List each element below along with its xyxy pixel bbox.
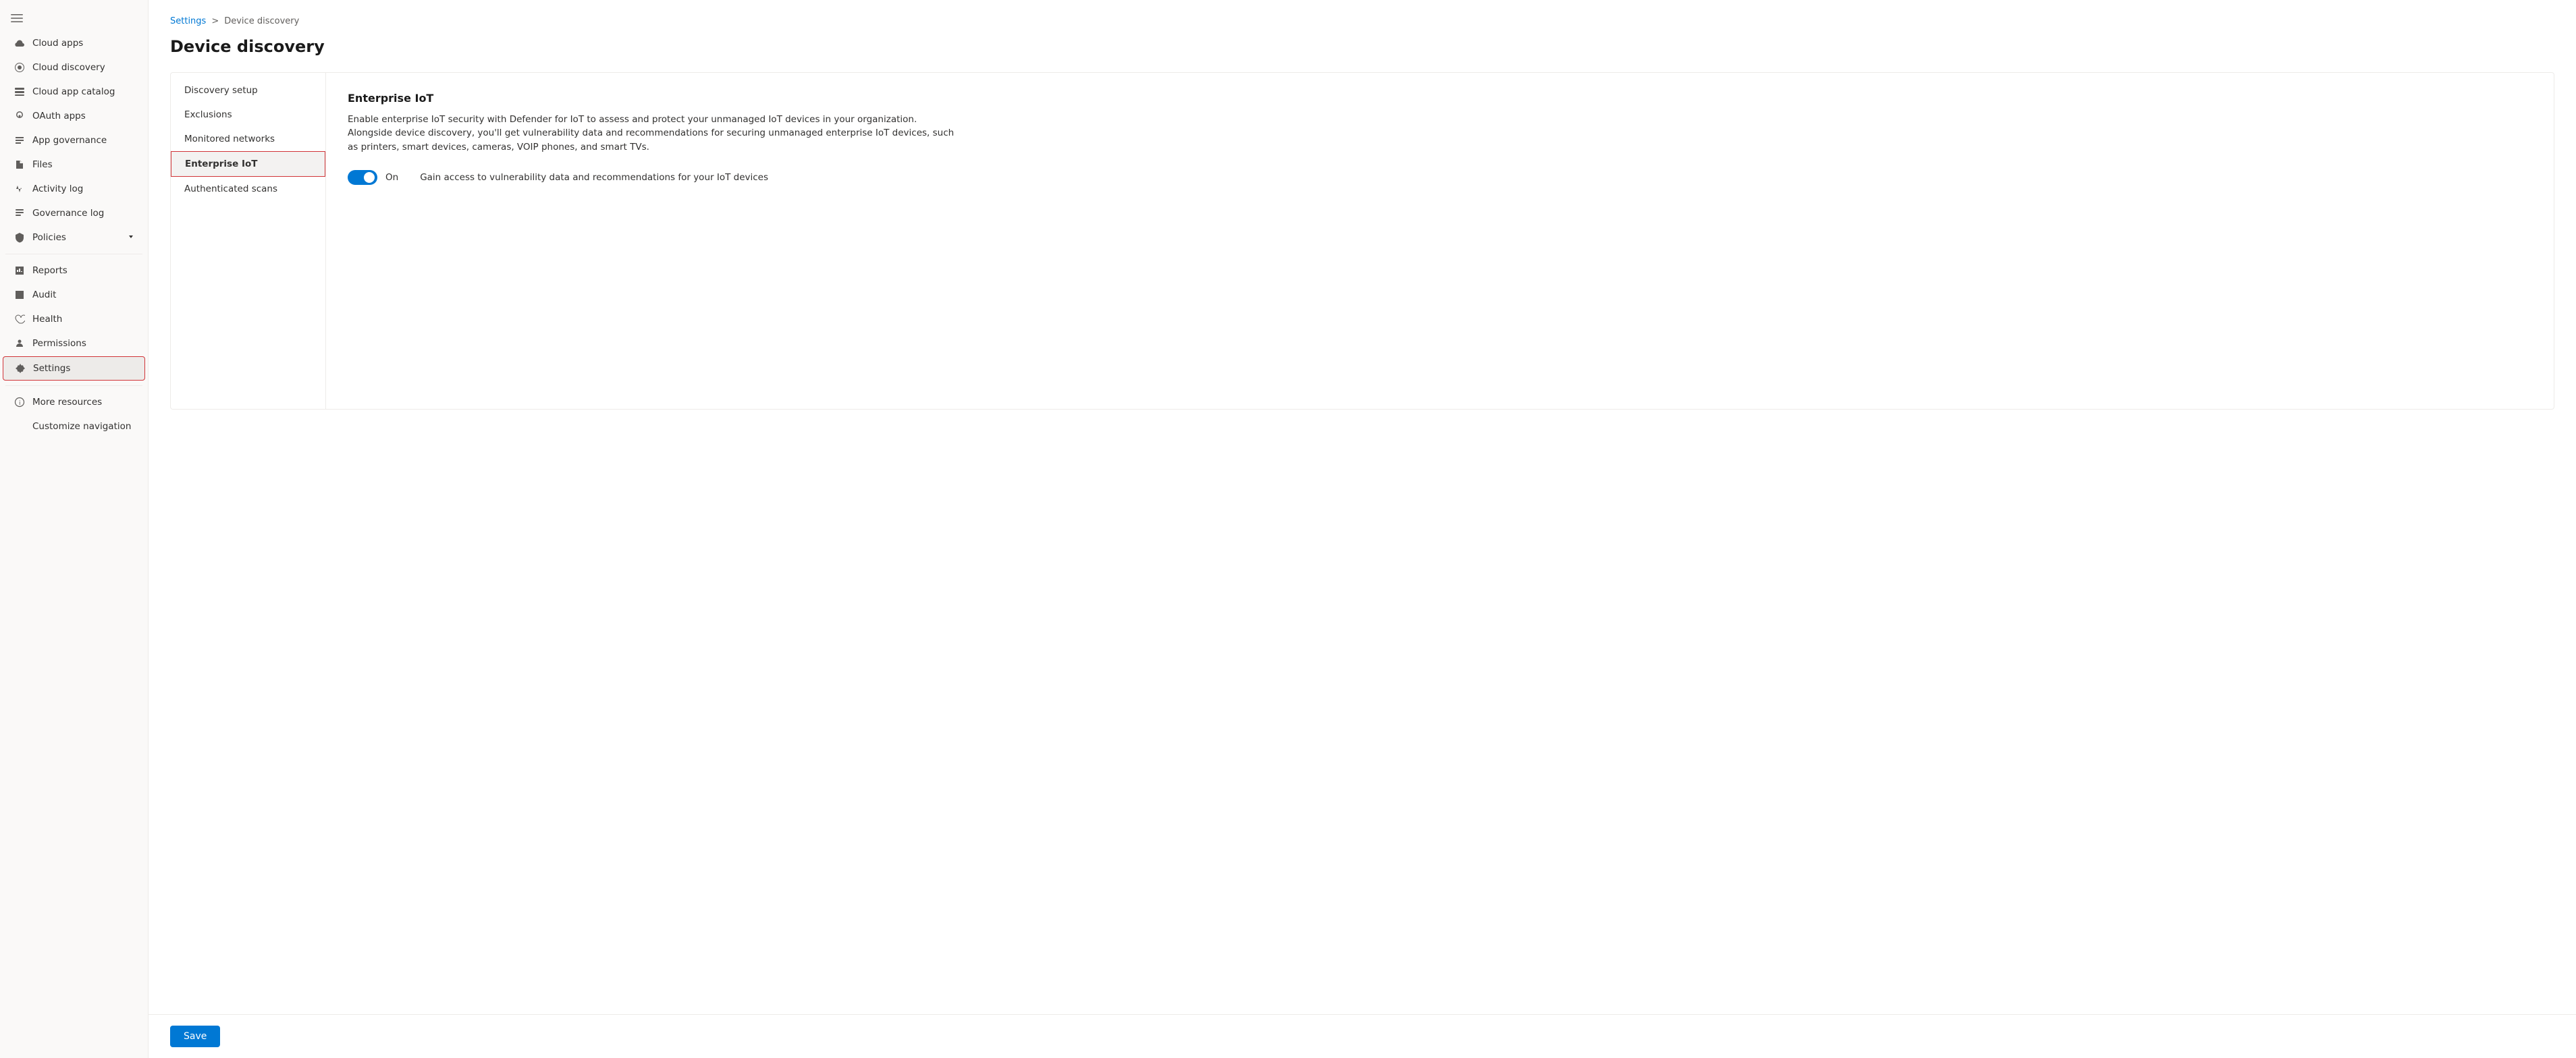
toggle-description: Gain access to vulnerability data and re…: [420, 172, 768, 183]
sidebar-item-label-audit: Audit: [32, 289, 56, 300]
sidebar-item-activity-log[interactable]: Activity log: [3, 177, 145, 200]
sidebar-divider-2: [5, 385, 142, 386]
sidebar-item-label-customize-navigation: Customize navigation: [32, 421, 131, 432]
cloud-discovery-icon: [14, 61, 26, 74]
settings-nav-authenticated-scans[interactable]: Authenticated scans: [171, 177, 325, 201]
settings-panel-enterprise-iot: Enterprise IoT Enable enterprise IoT sec…: [326, 73, 2554, 409]
sidebar-item-label-cloud-app-catalog: Cloud app catalog: [32, 86, 115, 97]
sidebar-item-cloud-discovery[interactable]: Cloud discovery: [3, 56, 145, 79]
sidebar-item-policies[interactable]: Policies: [3, 226, 145, 249]
sidebar-item-customize-navigation[interactable]: Customize navigation: [3, 415, 145, 438]
sidebar-item-label-settings: Settings: [33, 363, 70, 374]
sidebar-item-cloud-app-catalog[interactable]: Cloud app catalog: [3, 80, 145, 103]
save-section: Save: [149, 1014, 2576, 1058]
save-button[interactable]: Save: [170, 1026, 220, 1047]
svg-text:i: i: [19, 400, 21, 407]
audit-icon: [14, 289, 26, 301]
catalog-icon: [14, 86, 26, 98]
sidebar-item-audit[interactable]: Audit: [3, 283, 145, 306]
settings-nav-exclusions[interactable]: Exclusions: [171, 103, 325, 127]
settings-icon: [14, 362, 26, 374]
enterprise-iot-title: Enterprise IoT: [348, 92, 2532, 105]
activity-icon: [14, 183, 26, 195]
customize-icon: [14, 420, 26, 433]
sidebar-item-settings[interactable]: Settings: [3, 356, 145, 381]
sidebar-item-label-cloud-apps: Cloud apps: [32, 38, 83, 49]
settings-nav-discovery-setup[interactable]: Discovery setup: [171, 78, 325, 103]
menu-icon: [11, 12, 23, 24]
sidebar-menu-button[interactable]: [0, 5, 148, 31]
page-title: Device discovery: [170, 37, 2554, 56]
sidebar-item-label-cloud-discovery: Cloud discovery: [32, 62, 105, 73]
enterprise-iot-description: Enable enterprise IoT security with Defe…: [348, 113, 955, 154]
settings-nav: Discovery setup Exclusions Monitored net…: [171, 73, 326, 409]
sidebar-item-label-oauth-apps: OAuth apps: [32, 111, 86, 121]
sidebar-item-label-health: Health: [32, 314, 62, 325]
permissions-icon: [14, 337, 26, 350]
sidebar-item-health[interactable]: Health: [3, 308, 145, 331]
chevron-down-icon: [128, 232, 134, 243]
settings-nav-enterprise-iot[interactable]: Enterprise IoT: [171, 151, 325, 177]
sidebar-item-label-policies: Policies: [32, 232, 66, 243]
sidebar-item-permissions[interactable]: Permissions: [3, 332, 145, 355]
breadcrumb-parent-link[interactable]: Settings: [170, 16, 206, 26]
sidebar-item-label-reports: Reports: [32, 265, 68, 276]
sidebar-item-governance-log[interactable]: Governance log: [3, 202, 145, 225]
breadcrumb-current: Device discovery: [224, 16, 299, 26]
sidebar-item-cloud-apps[interactable]: Cloud apps: [3, 32, 145, 55]
sidebar-item-files[interactable]: Files: [3, 153, 145, 176]
sidebar-item-label-app-governance: App governance: [32, 135, 107, 146]
breadcrumb: Settings > Device discovery: [170, 16, 2554, 26]
sidebar-item-oauth-apps[interactable]: OAuth apps: [3, 105, 145, 128]
oauth-icon: [14, 110, 26, 122]
enterprise-iot-toggle[interactable]: [348, 170, 377, 185]
content-area: Settings > Device discovery Device disco…: [149, 0, 2576, 1014]
sidebar-item-label-files: Files: [32, 159, 53, 170]
toggle-on-label: On: [385, 172, 398, 183]
health-icon: [14, 313, 26, 325]
sidebar-item-label-more-resources: More resources: [32, 397, 102, 408]
breadcrumb-separator: >: [211, 16, 219, 26]
more-resources-icon: i: [14, 396, 26, 408]
policies-icon: [14, 231, 26, 244]
settings-container: Discovery setup Exclusions Monitored net…: [170, 72, 2554, 410]
reports-icon: [14, 264, 26, 277]
sidebar-item-label-governance-log: Governance log: [32, 208, 104, 219]
governance-icon: [14, 207, 26, 219]
sidebar-item-reports[interactable]: Reports: [3, 259, 145, 282]
sidebar-item-more-resources[interactable]: i More resources: [3, 391, 145, 414]
cloud-apps-icon: [14, 37, 26, 49]
sidebar-item-app-governance[interactable]: App governance: [3, 129, 145, 152]
app-governance-icon: [14, 134, 26, 146]
sidebar-item-label-permissions: Permissions: [32, 338, 86, 349]
files-icon: [14, 159, 26, 171]
sidebar: Cloud apps Cloud discovery Cloud app cat…: [0, 0, 149, 1058]
main-content: Settings > Device discovery Device disco…: [149, 0, 2576, 1058]
settings-nav-monitored-networks[interactable]: Monitored networks: [171, 127, 325, 151]
enterprise-iot-toggle-row: On Gain access to vulnerability data and…: [348, 170, 2532, 185]
sidebar-item-label-activity-log: Activity log: [32, 184, 83, 194]
